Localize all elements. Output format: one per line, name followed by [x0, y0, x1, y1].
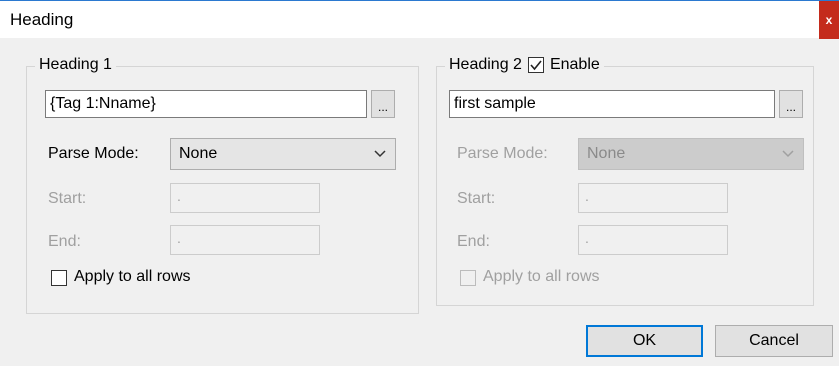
- heading1-apply-checkbox[interactable]: [51, 270, 67, 286]
- close-icon: x: [825, 13, 833, 27]
- heading1-legend-text: Heading 1: [39, 56, 112, 73]
- heading2-start-field[interactable]: .: [578, 183, 728, 213]
- heading-dialog: Heading x Heading 1 {Tag 1:Nname} ... Pa…: [0, 0, 839, 366]
- heading1-end-label: End:: [48, 233, 81, 250]
- heading2-legend: Heading 2 Enable: [445, 56, 604, 74]
- heading1-parse-mode-label: Parse Mode:: [48, 145, 139, 162]
- heading2-parse-mode-select[interactable]: None: [578, 138, 804, 170]
- close-button[interactable]: x: [819, 1, 839, 39]
- heading1-parse-mode-select[interactable]: None: [170, 138, 396, 170]
- heading2-text-field[interactable]: first sample: [449, 90, 775, 118]
- heading2-apply-checkbox[interactable]: [460, 270, 476, 286]
- heading2-enable-label: Enable: [549, 56, 600, 73]
- heading2-enable-checkbox[interactable]: [527, 57, 544, 73]
- heading1-end-field[interactable]: .: [170, 225, 320, 255]
- heading1-browse-button[interactable]: ...: [371, 90, 395, 118]
- ok-button[interactable]: OK: [586, 325, 703, 357]
- heading1-start-label: Start:: [48, 190, 87, 207]
- heading1-parse-mode-value: None: [179, 145, 218, 162]
- heading2-legend-text: Heading 2: [449, 56, 522, 73]
- heading1-start-field[interactable]: .: [170, 183, 320, 213]
- heading2-parse-mode-label: Parse Mode:: [457, 145, 548, 162]
- window-title: Heading: [10, 10, 74, 29]
- heading1-apply-label: Apply to all rows: [74, 268, 191, 285]
- heading2-parse-mode-value: None: [587, 145, 626, 162]
- chevron-down-icon: [782, 150, 794, 158]
- heading2-browse-button[interactable]: ...: [779, 90, 803, 118]
- heading2-apply-label: Apply to all rows: [483, 268, 600, 285]
- heading2-start-label: Start:: [457, 190, 496, 207]
- heading2-end-field[interactable]: .: [578, 225, 728, 255]
- cancel-button[interactable]: Cancel: [715, 325, 833, 357]
- title-bar: Heading x: [0, 0, 839, 39]
- heading1-text-field[interactable]: {Tag 1:Nname}: [45, 90, 367, 118]
- chevron-down-icon: [374, 150, 386, 158]
- check-icon: [530, 60, 542, 71]
- heading2-end-label: End:: [457, 233, 490, 250]
- heading1-legend: Heading 1: [35, 56, 116, 74]
